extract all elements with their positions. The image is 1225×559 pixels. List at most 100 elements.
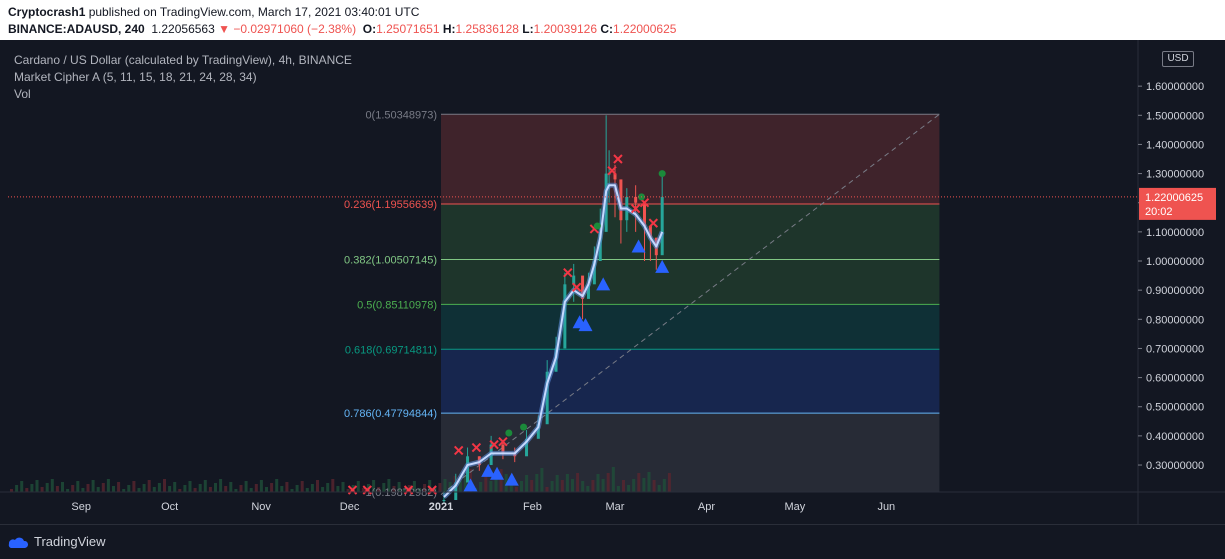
volume-bar xyxy=(106,479,110,492)
price-tick-label: 1.50000000 xyxy=(1146,110,1204,122)
volume-bar xyxy=(55,486,59,492)
volume-bar xyxy=(596,474,600,492)
price-tick-label: 1.30000000 xyxy=(1146,169,1204,181)
tradingview-logo-icon xyxy=(8,537,29,548)
volume-bar xyxy=(25,488,29,492)
chart-area[interactable]: 0(1.50348973) 0.236(1.19556639) 0.382(1.00… xyxy=(0,40,1225,524)
volume-bar xyxy=(96,487,100,492)
publish-header: Cryptocrash1 published on TradingView.co… xyxy=(0,0,1225,40)
volume-bar xyxy=(540,468,544,492)
currency-button[interactable]: USD xyxy=(1162,51,1194,67)
price-tick-label: 0.70000000 xyxy=(1146,343,1204,355)
volume-bar xyxy=(285,482,289,492)
fib-label-5: 0.786(0.47794844) xyxy=(344,408,437,420)
time-axis-label: 2021 xyxy=(429,501,453,513)
price-tick-label: 0.30000000 xyxy=(1146,460,1204,472)
fib-label-2: 0.382(1.00507145) xyxy=(344,255,437,267)
price-tick-label: 0.40000000 xyxy=(1146,431,1204,443)
volume-bar xyxy=(632,479,636,492)
volume-bar xyxy=(295,485,299,492)
close-value: 1.22000625 xyxy=(613,22,677,36)
volume-bar xyxy=(530,480,534,492)
price-tick-label: 1.10000000 xyxy=(1146,227,1204,239)
fib-zone-4 xyxy=(441,349,940,414)
green-dot-marker xyxy=(593,222,601,230)
volume-bar xyxy=(81,488,85,492)
volume-bar xyxy=(479,482,483,492)
volume-bar xyxy=(331,479,335,492)
volume-bar xyxy=(208,487,212,492)
volume-bar xyxy=(142,484,146,492)
price-tick-label: 1.00000000 xyxy=(1146,256,1204,268)
volume-bar xyxy=(40,487,44,492)
volume-bar xyxy=(550,481,554,492)
volume-bar xyxy=(168,486,172,492)
price-tag-countdown: 20:02 xyxy=(1145,206,1173,218)
fib-label-0: 0(1.50348973) xyxy=(365,109,437,121)
fib-label-1: 0.236(1.19556639) xyxy=(344,199,437,211)
volume-bar xyxy=(173,482,177,492)
volume-bar xyxy=(265,487,268,492)
volume-bar xyxy=(525,475,529,492)
candle-body xyxy=(660,196,664,256)
time-axis-label: Nov xyxy=(251,501,271,513)
volume-bar xyxy=(249,488,253,492)
volume-bar xyxy=(229,482,233,492)
volume-bar xyxy=(647,472,651,492)
volume-bar xyxy=(112,486,115,492)
volume-bar xyxy=(193,488,197,492)
volume-bar xyxy=(616,486,620,492)
brand-name[interactable]: TradingView xyxy=(34,534,106,549)
fib-zone-0 xyxy=(441,114,940,205)
volume-bar xyxy=(147,480,151,492)
volume-bar xyxy=(565,474,569,492)
open-value: 1.25071651 xyxy=(376,22,440,36)
volume-bar xyxy=(321,487,325,492)
volume-bar xyxy=(443,479,447,492)
fib-zone-3 xyxy=(441,304,940,350)
volume-bar xyxy=(489,481,493,492)
fib-label-3: 0.5(0.85110978) xyxy=(357,299,437,311)
volume-bar xyxy=(152,487,156,492)
fib-zone-2 xyxy=(441,259,940,305)
volume-bar xyxy=(484,476,488,492)
price-change: ▼ −0.02971060 (−2.38%) xyxy=(218,22,357,36)
price-tick-label: 0.80000000 xyxy=(1146,314,1204,326)
volume-bar xyxy=(356,481,360,492)
volume-bar xyxy=(71,485,75,492)
volume-bar xyxy=(259,480,263,492)
author-name[interactable]: Cryptocrash1 xyxy=(8,5,85,19)
price-tick-label: 0.50000000 xyxy=(1146,402,1204,414)
legend-indicator: Market Cipher A (5, 11, 15, 18, 21, 24, … xyxy=(14,70,257,84)
time-axis-label: Feb xyxy=(523,501,542,513)
published-text: published on TradingView.com, March 17, … xyxy=(85,5,420,19)
volume-bar xyxy=(214,483,217,492)
price-chart[interactable]: 0(1.50348973) 0.236(1.19556639) 0.382(1.00… xyxy=(0,40,1225,524)
volume-bar xyxy=(163,479,166,492)
volume-bar xyxy=(438,483,442,492)
volume-bar xyxy=(219,479,223,492)
high-value: 1.25836128 xyxy=(455,22,519,36)
volume-bar xyxy=(244,481,248,492)
open-label: O: xyxy=(362,22,377,36)
legend-main: Cardano / US Dollar (calculated by Tradi… xyxy=(14,53,352,67)
legend-volume: Vol xyxy=(14,87,31,101)
green-dot-marker xyxy=(505,429,513,437)
low-label: L: xyxy=(522,22,534,36)
volume-bar xyxy=(188,481,192,492)
price-tick-label: 0.60000000 xyxy=(1146,373,1204,385)
volume-bar xyxy=(652,480,656,492)
volume-bar xyxy=(137,488,141,492)
time-axis-label: Jun xyxy=(877,501,895,513)
price-tag-value: 1.22000625 xyxy=(1145,192,1203,204)
volume-bar xyxy=(316,480,319,492)
volume-bar xyxy=(341,482,345,492)
time-axis-label: Apr xyxy=(698,501,715,513)
high-label: H: xyxy=(442,22,456,36)
footer: TradingView xyxy=(0,524,1225,559)
volume-bar xyxy=(203,480,207,492)
volume-bar xyxy=(270,483,274,492)
volume-bar xyxy=(606,473,610,492)
volume-bar xyxy=(576,473,580,492)
time-axis-label: Dec xyxy=(340,501,360,513)
